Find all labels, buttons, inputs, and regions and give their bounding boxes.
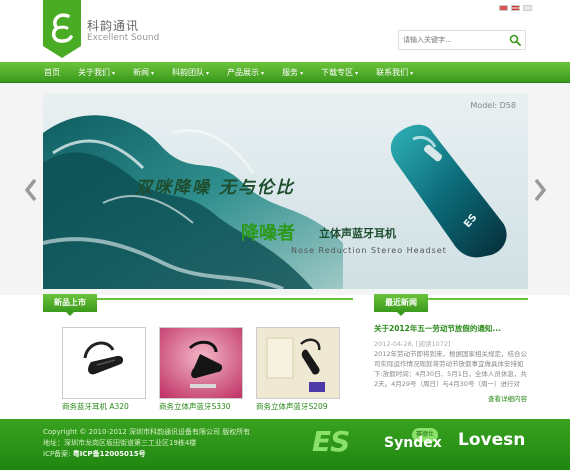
nav-item-service[interactable]: 服务 ▾ [273, 62, 312, 83]
product-caption[interactable]: 商务蓝牙耳机 A320 [62, 401, 162, 412]
news-item-excerpt: 2012年劳动节即将到来，根据国家相关规定，结合公司实际运作情况现就将劳动节放假… [374, 350, 528, 388]
brand-name-en: Excellent Sound [87, 33, 160, 43]
product-thumb-s330[interactable] [159, 327, 243, 399]
product-card: 商务立体声蓝牙S330 [159, 327, 243, 411]
flag-uk-icon[interactable] [523, 5, 532, 11]
icp-number-link[interactable]: 粤ICP备12005015号 [73, 450, 146, 458]
nav-item-about[interactable]: 关于我们 ▾ [69, 62, 124, 83]
product-thumb-a320[interactable] [62, 327, 146, 399]
partner-logo-es[interactable]: ES [312, 425, 350, 458]
language-switcher [499, 5, 532, 11]
products-section-title: 新品上市 [43, 294, 97, 316]
nav-item-products[interactable]: 产品展示 ▾ [218, 62, 273, 83]
flag-cn-icon[interactable] [499, 5, 508, 11]
footer-address: 地址：深圳市龙岗区坂田街道第三工业区19栋4楼 [43, 439, 197, 447]
footer-copyright: Copyright © 2010-2012 深圳市科韵通讯设备有限公司 版权所有 [43, 428, 251, 436]
product-card: 商务立体声蓝牙S209 [256, 327, 340, 411]
nav-item-contact[interactable]: 联系我们 ▾ [367, 62, 422, 83]
brand-name-cn: 科韵通讯 [87, 19, 140, 33]
product-thumb-s209[interactable] [256, 327, 340, 399]
banner-area: ES Model: D58 双咪降噪 无与伦比 降噪者 立体声蓝牙耳机 Nose… [0, 83, 570, 295]
chevron-down-icon: ▾ [300, 70, 304, 77]
main-nav: 首页 关于我们 ▾ 新闻 ▾ 科韵团队 ▾ 产品展示 ▾ 服务 ▾ 下载专区 ▾ 联系我们 ▾ [0, 62, 570, 83]
header: 科韵通讯 Excellent Sound [0, 0, 570, 62]
search-input[interactable] [403, 33, 503, 47]
banner-slogan-product: 降噪者 [241, 223, 295, 244]
nav-item-home[interactable]: 首页 [35, 62, 69, 83]
headset-image [257, 328, 339, 398]
nav-item-team[interactable]: 科韵团队 ▾ [163, 62, 218, 83]
nav-item-download[interactable]: 下载专区 ▾ [312, 62, 367, 83]
banner-slogan-main: 双咪降噪 无与伦比 [135, 178, 295, 198]
banner-slogan-product-sub: 立体声蓝牙耳机 [319, 227, 396, 240]
news-more-link[interactable]: 查看详细内容 [488, 393, 527, 403]
headset-image [160, 328, 242, 398]
brand-logo-icon[interactable] [43, 0, 81, 58]
banner-slide[interactable]: ES Model: D58 双咪降噪 无与伦比 降噪者 立体声蓝牙耳机 Nose… [43, 93, 528, 289]
chevron-down-icon: ▾ [151, 70, 155, 77]
partner-logo-syndex[interactable]: Syndex [384, 435, 442, 451]
banner-slogan-en: Nose Reduction Stereo Headset [291, 246, 447, 255]
partner-logo-lovesn[interactable]: Lovesn [458, 430, 525, 450]
search-box [398, 30, 526, 50]
product-card: 商务蓝牙耳机 A320 [62, 327, 146, 411]
chevron-left-icon[interactable] [24, 178, 38, 202]
chevron-right-icon[interactable] [533, 178, 547, 202]
chevron-down-icon: ▾ [206, 70, 210, 77]
flag-us-icon[interactable] [511, 5, 520, 11]
nav-item-news[interactable]: 新闻 ▾ [124, 62, 163, 83]
chevron-down-icon: ▾ [112, 70, 116, 77]
model-label: Model: D58 [470, 101, 516, 110]
footer-icp: ICP备案: 粤ICP备12005015号 [43, 450, 146, 458]
product-caption[interactable]: 商务立体声蓝牙S330 [159, 401, 259, 412]
chevron-down-icon: ▾ [355, 70, 359, 77]
search-icon[interactable] [509, 34, 521, 46]
chevron-down-icon: ▾ [261, 70, 265, 77]
chevron-down-icon: ▾ [410, 70, 414, 77]
news-section-title: 最近新闻 [374, 294, 428, 316]
product-caption[interactable]: 商务立体声蓝牙S209 [256, 401, 356, 412]
news-item-title[interactable]: 关于2012年五一劳动节放假的通知... [374, 323, 501, 334]
headset-image [63, 328, 145, 398]
news-item-date: 2012-04-28, [阅读1072] [374, 340, 451, 348]
